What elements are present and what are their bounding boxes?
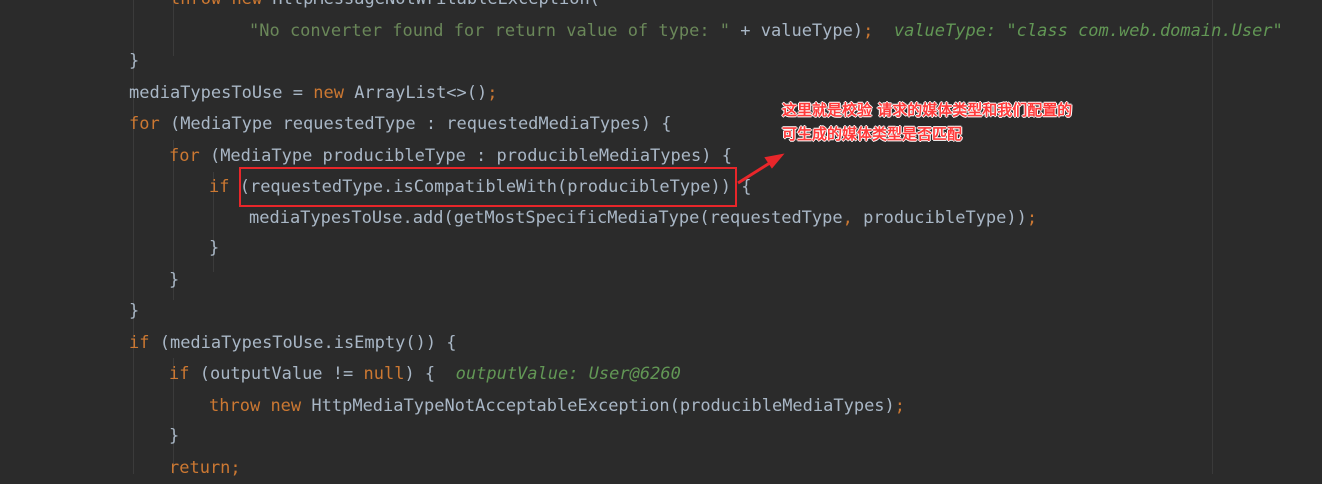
code-line: throw new HttpMediaTypeNotAcceptableExce…: [209, 391, 905, 422]
code-line: }: [169, 421, 179, 452]
brace: }: [209, 238, 220, 258]
code-line: }: [129, 296, 139, 327]
code-line: throw new HttpMessageNotWritableExceptio…: [170, 0, 600, 15]
keyword: return: [169, 458, 231, 478]
semicolon: ;: [230, 458, 241, 478]
code-line: if (mediaTypesToUse.isEmpty()) {: [129, 328, 457, 359]
keyword: throw: [209, 396, 261, 416]
code-line: mediaTypesToUse.add(getMostSpecificMedia…: [249, 203, 1037, 234]
keyword: if: [169, 364, 190, 384]
semicolon: ;: [894, 396, 906, 416]
string-literal: "No converter found for return value of …: [249, 21, 731, 41]
code-text: (mediaTypesToUse.isEmpty()) {: [149, 333, 457, 353]
code-text: (outputValue !=: [189, 364, 364, 384]
code-text: ArrayList<>(): [343, 83, 488, 103]
code-text: (MediaType producibleType : producibleMe…: [199, 146, 732, 166]
brace: }: [129, 51, 140, 71]
code-line: }: [169, 265, 179, 296]
code-line: }: [209, 233, 219, 264]
right-margin-line: [1212, 0, 1213, 474]
code-text: (MediaType requestedType : requestedMedi…: [159, 114, 672, 134]
keyword: if: [129, 333, 150, 353]
code-text: mediaTypesToUse.add(getMostSpecificMedia…: [249, 208, 843, 228]
code-line: return;: [169, 453, 241, 484]
semicolon: ;: [487, 83, 498, 103]
annotation-note: 这里就是校验 请求的媒体类型和我们配置的 可生成的媒体类型是否匹配: [782, 98, 1142, 146]
code-line: }: [129, 46, 139, 77]
semicolon: ;: [1026, 208, 1038, 228]
keyword: for: [129, 114, 160, 134]
code-text: mediaTypesToUse =: [129, 83, 314, 103]
code-line: if (outputValue != null) { outputValue: …: [169, 359, 681, 390]
debug-value-hint: valueType: "class com.web.domain.User": [893, 21, 1283, 41]
keyword: throw: [170, 0, 221, 9]
brace: }: [129, 301, 140, 321]
code-line: for (MediaType requestedType : requested…: [129, 109, 671, 140]
keyword: for: [169, 146, 200, 166]
debug-value-hint: outputValue: User@6260: [455, 364, 681, 384]
code-text: ) {: [404, 364, 436, 384]
comma: ,: [842, 208, 853, 228]
keyword: if: [209, 177, 230, 197]
keyword: new: [313, 83, 344, 103]
keyword: new: [270, 396, 302, 416]
keyword: null: [363, 364, 405, 384]
code-line: mediaTypesToUse = new ArrayList<>();: [129, 78, 498, 109]
code-editor[interactable]: throw new HttpMessageNotWritableExceptio…: [0, 0, 1322, 478]
annotation-line-1: 这里就是校验 请求的媒体类型和我们配置的: [782, 101, 1073, 119]
annotation-line-2: 可生成的媒体类型是否匹配: [782, 125, 963, 143]
brace: }: [169, 426, 180, 446]
code-text: HttpMessageNotWritableException(: [272, 0, 600, 9]
code-text: + valueType): [730, 21, 864, 41]
semicolon: ;: [863, 21, 874, 41]
highlight-box: [239, 167, 737, 207]
code-text: HttpMediaTypeNotAcceptableException(prod…: [301, 396, 895, 416]
brace: }: [169, 270, 180, 290]
code-text: producibleType)): [852, 208, 1027, 228]
keyword: new: [231, 0, 262, 9]
code-line: "No converter found for return value of …: [249, 16, 1283, 47]
